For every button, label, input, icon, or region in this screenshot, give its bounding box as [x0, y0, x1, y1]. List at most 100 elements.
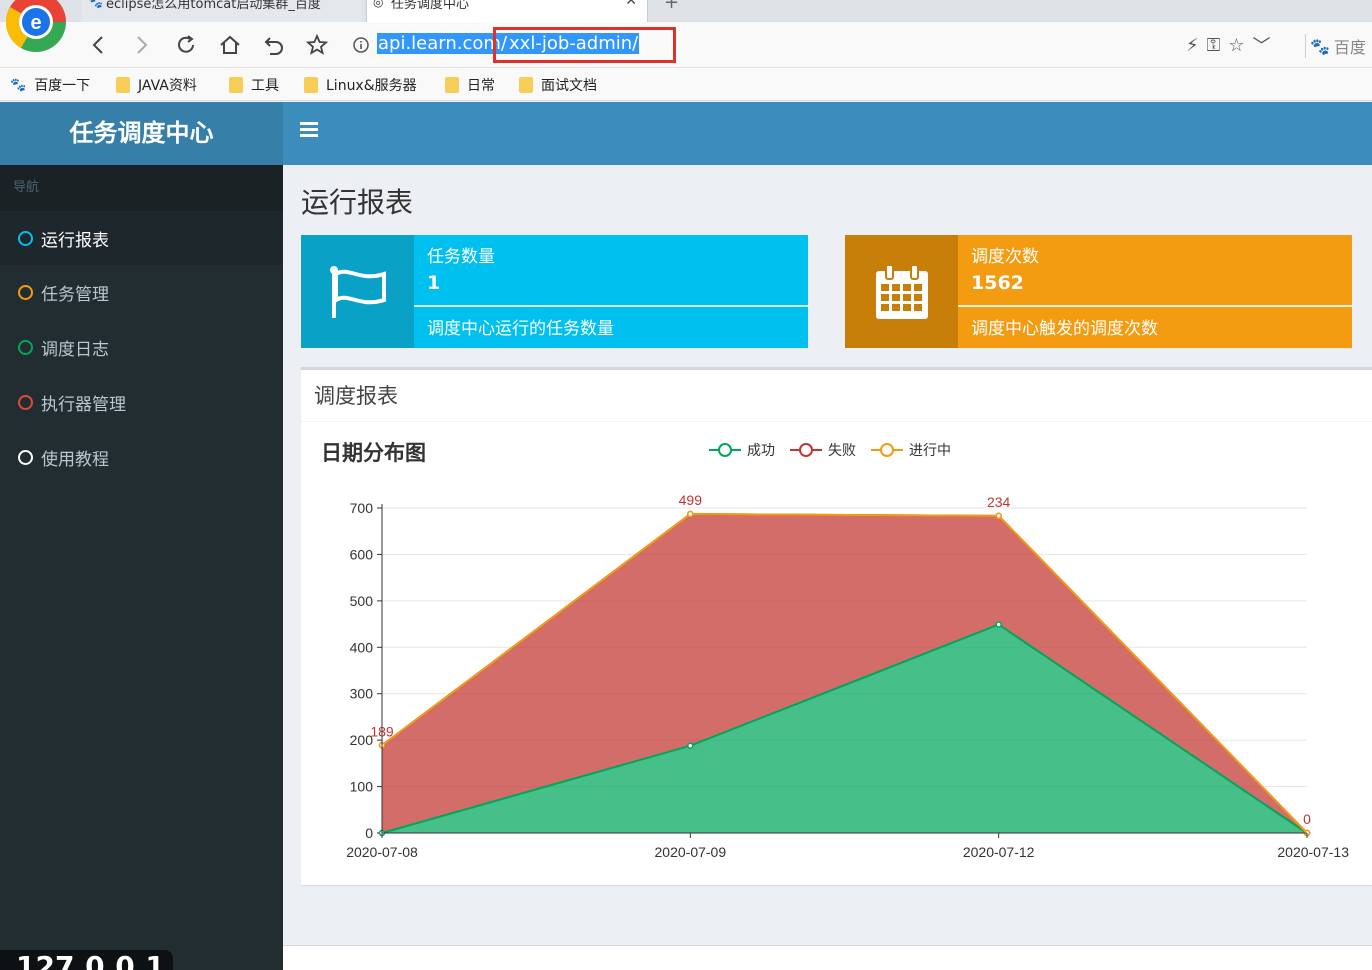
task-count-value: 1 — [427, 272, 441, 294]
browser-tab-bar: 🐾 eclipse怎么用tomcat启动集群_百度 ◎ 任务调度中心 ✕ + — [0, 0, 1372, 22]
circle-icon — [18, 394, 33, 410]
schedule-count-value: 1562 — [971, 272, 1024, 294]
y-tick-label: 500 — [350, 593, 374, 609]
bookmark-baidu[interactable]: 🐾 百度一下 — [10, 75, 90, 95]
bookmark-folder-interview[interactable]: 面试文档 — [519, 75, 597, 95]
browser-tab-2[interactable]: ◎ 任务调度中心 ✕ — [366, 0, 648, 22]
sidebar-item-report[interactable]: 运行报表 — [0, 211, 283, 265]
sidebar: 导航 运行报表 任务管理 调度日志 执行器管理 使用教程 127.0.0.1 — [0, 165, 283, 970]
data-label: 499 — [679, 492, 703, 508]
bookmark-label: 百度一下 — [34, 78, 91, 94]
sidebar-item-label: 调度日志 — [41, 339, 109, 360]
home-icon — [220, 35, 240, 54]
legend-marker — [799, 443, 813, 457]
browser-logo-icon: e — [5, 0, 66, 52]
close-tab-icon[interactable]: ✕ — [625, 0, 637, 8]
xxl-job-icon: ◎ — [373, 0, 384, 9]
y-tick-label: 700 — [350, 500, 374, 516]
nav-header: 导航 — [0, 165, 283, 211]
report-title: 调度报表 — [314, 384, 398, 408]
bookmark-label: Linux&服务器 — [326, 78, 417, 94]
app-logo[interactable]: 任务调度中心 — [0, 102, 283, 165]
folder-icon — [519, 77, 533, 93]
bookmark-folder-daily[interactable]: 日常 — [445, 75, 495, 95]
sidebar-item-label: 使用教程 — [41, 449, 109, 470]
bookmark-folder-linux[interactable]: Linux&服务器 — [304, 75, 417, 95]
sidebar-item-help[interactable]: 使用教程 — [0, 430, 283, 484]
toolbar-right-tools: ⚡ ⚿ ☆ ﹀ — [1186, 32, 1270, 58]
y-tick-label: 400 — [350, 639, 374, 655]
home-button[interactable] — [215, 30, 245, 60]
bookmark-folder-tools[interactable]: 工具 — [229, 75, 279, 95]
sidebar-item-jobs[interactable]: 任务管理 — [0, 265, 283, 319]
sidebar-item-label: 执行器管理 — [41, 394, 126, 415]
menu-toggle-icon[interactable] — [300, 122, 318, 140]
bookmark-label: 工具 — [251, 78, 279, 94]
date-distribution-chart: 日期分布图 成功 失败 进行中0100200300400500600700189499… — [321, 441, 1349, 860]
baidu-paw-icon: 🐾 — [1310, 36, 1330, 56]
task-count-desc: 调度中心运行的任务数量 — [427, 319, 614, 339]
baidu-paw-icon: 🐾 — [10, 77, 27, 93]
legend-marker — [718, 443, 732, 457]
data-point — [687, 742, 694, 749]
ip-badge: 127.0.0.1 — [0, 950, 173, 970]
back-arrow-icon — [92, 36, 103, 54]
star-icon — [305, 33, 329, 55]
chart-title: 日期分布图 — [321, 441, 426, 465]
search-engine-selector[interactable]: 🐾 百度 — [1305, 34, 1366, 58]
bookmark-label: JAVA资料 — [138, 78, 197, 94]
circle-icon — [18, 284, 33, 300]
x-tick-label: 2020-07-08 — [346, 844, 418, 860]
legend-marker — [880, 443, 894, 457]
bookmark-folder-java[interactable]: JAVA资料 — [116, 75, 197, 95]
legend-label: 进行中 — [909, 442, 951, 458]
bookmark-label: 面试文档 — [541, 78, 597, 94]
schedule-count-box: 调度次数 1562 调度中心触发的调度次数 — [845, 235, 1352, 348]
report-box: 调度报表 日期分布图 成功 失败 进行中 0 100 200 300 400 500 600 700 1… — [301, 367, 1372, 885]
lightning-icon[interactable]: ⚡ — [1186, 35, 1199, 56]
data-point — [995, 621, 1002, 628]
reload-icon — [178, 35, 194, 53]
app-header: 任务调度中心 — [0, 102, 1372, 165]
search-engine-label: 百度 — [1333, 38, 1366, 57]
sidebar-item-executors[interactable]: 执行器管理 — [0, 375, 283, 429]
folder-icon — [116, 77, 130, 93]
flag-icon — [301, 235, 414, 348]
folder-icon — [229, 77, 243, 93]
y-tick-label: 600 — [350, 546, 374, 562]
baidu-paw-icon: 🐾 — [88, 0, 103, 9]
x-tick-label: 2020-07-13 — [1277, 844, 1349, 860]
forward-button[interactable] — [126, 30, 156, 60]
back-button[interactable] — [84, 30, 114, 60]
data-label: 0 — [1303, 811, 1311, 827]
tab-title: 任务调度中心 — [391, 0, 470, 12]
y-tick-label: 300 — [350, 686, 374, 702]
sidebar-item-label: 运行报表 — [41, 230, 109, 251]
legend-label: 成功 — [747, 442, 775, 458]
task-count-body: 任务数量 1 调度中心运行的任务数量 — [414, 235, 808, 348]
info-icon[interactable] — [352, 36, 370, 54]
main-content: 运行报表 任务数量 1 调度中心运行的任务数量 调度次数 1562 调度中心触发… — [283, 165, 1372, 970]
chevron-down-icon[interactable]: ﹀ — [1252, 32, 1270, 58]
data-label: 234 — [987, 494, 1011, 510]
schedule-count-label: 调度次数 — [971, 247, 1039, 267]
browser-tab-1[interactable]: 🐾 eclipse怎么用tomcat启动集群_百度 — [82, 0, 362, 22]
page-title: 运行报表 — [301, 186, 414, 219]
task-count-label: 任务数量 — [427, 247, 495, 267]
undo-close-button[interactable] — [259, 30, 289, 60]
circle-icon — [18, 449, 33, 465]
url-host: api.learn.com/ — [377, 33, 509, 54]
legend-label: 失败 — [828, 442, 856, 458]
x-tick-label: 2020-07-12 — [963, 844, 1035, 860]
new-tab-icon[interactable]: + — [664, 0, 679, 13]
reload-button[interactable] — [171, 30, 201, 60]
data-point — [687, 510, 694, 518]
bookmark-label: 日常 — [467, 78, 495, 94]
favorite-star-icon[interactable]: ☆ — [1228, 35, 1244, 56]
bookmark-star-button[interactable] — [302, 30, 332, 60]
circle-icon — [18, 339, 33, 355]
key-icon[interactable]: ⚿ — [1207, 35, 1221, 56]
red-highlight-box — [493, 27, 676, 63]
bookmarks-bar: 🐾 百度一下 JAVA资料 工具 Linux&服务器 日常 面试文档 — [0, 68, 1372, 101]
sidebar-item-logs[interactable]: 调度日志 — [0, 320, 283, 374]
